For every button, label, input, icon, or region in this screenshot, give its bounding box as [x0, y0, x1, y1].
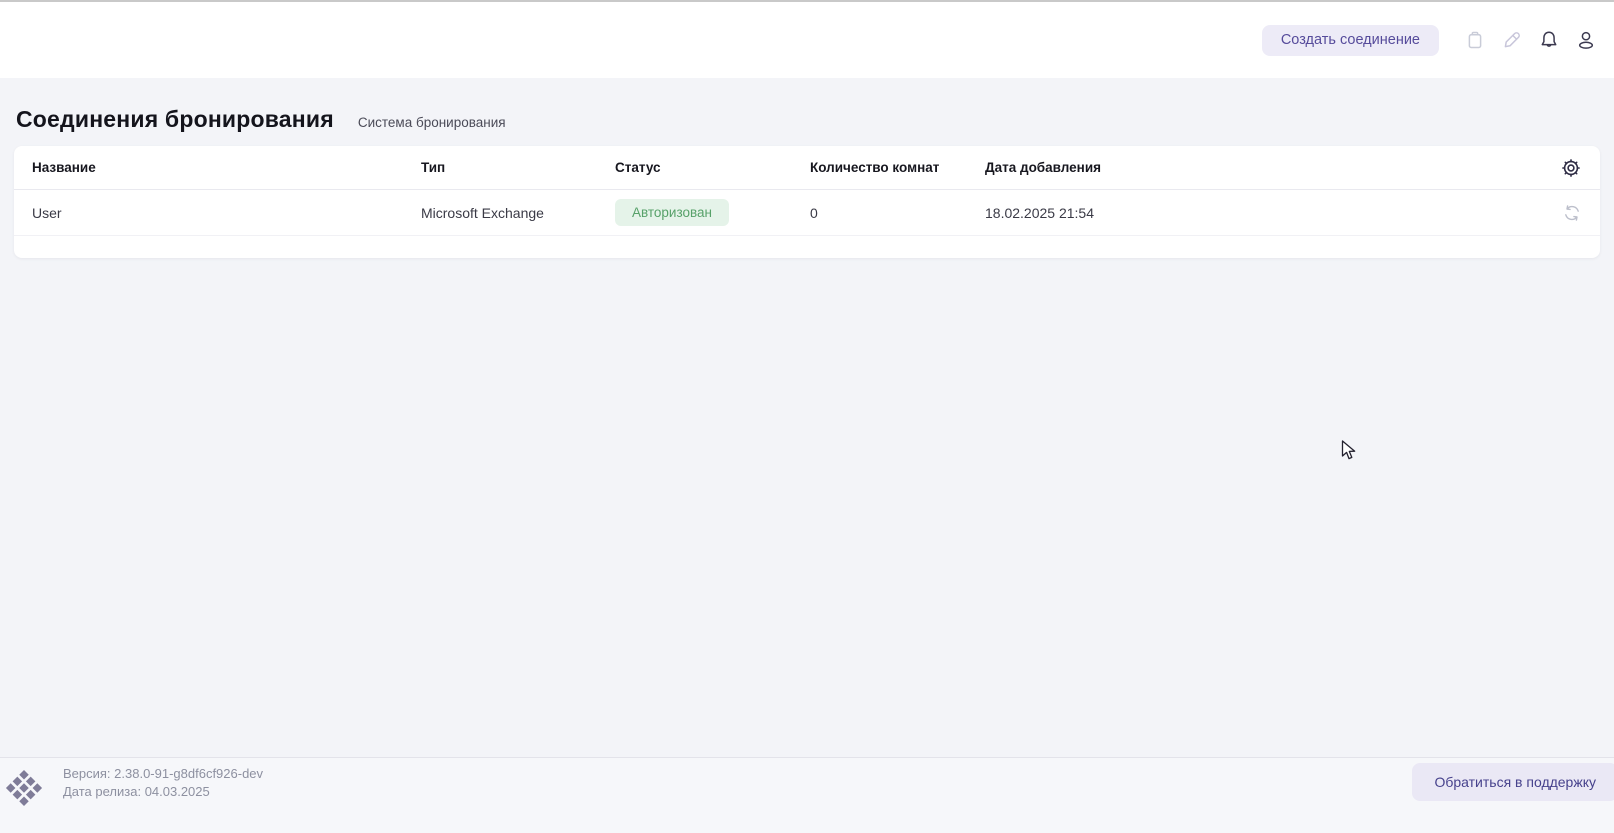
cell-status: Авторизован: [615, 199, 810, 227]
cell-added: 18.02.2025 21:54: [985, 205, 1538, 221]
table-bottom-padding: [14, 236, 1600, 258]
connections-table-card: Название Тип Статус Количество комнат Да…: [14, 146, 1600, 258]
page-header: Соединения бронирования Система брониров…: [0, 78, 1614, 133]
status-badge: Авторизован: [615, 199, 729, 227]
contact-support-button[interactable]: Обратиться в поддержку: [1412, 763, 1614, 801]
column-header-status: Статус: [615, 160, 810, 175]
release-date-text: Дата релиза: 04.03.2025: [63, 783, 263, 801]
page-title: Соединения бронирования: [16, 106, 334, 133]
version-text: Версия: 2.38.0-91-g8df6cf926-dev: [63, 765, 263, 783]
cell-type: Microsoft Exchange: [421, 205, 615, 221]
column-header-name: Название: [32, 160, 421, 175]
gear-icon[interactable]: [1560, 157, 1582, 179]
footer: Версия: 2.38.0-91-g8df6cf926-dev Дата ре…: [0, 757, 1614, 833]
mouse-cursor: [1341, 440, 1357, 462]
sync-icon[interactable]: [1562, 203, 1582, 223]
topbar: Создать соединение: [0, 0, 1614, 78]
user-icon[interactable]: [1574, 28, 1598, 52]
version-info: Версия: 2.38.0-91-g8df6cf926-dev Дата ре…: [63, 765, 263, 801]
create-connection-button[interactable]: Создать соединение: [1262, 25, 1439, 56]
cell-rooms: 0: [810, 205, 985, 221]
diamond-cluster-logo: [5, 767, 43, 809]
column-header-added: Дата добавления: [985, 160, 1538, 175]
pencil-icon[interactable]: [1500, 28, 1524, 52]
bell-icon[interactable]: [1537, 28, 1561, 52]
column-header-rooms: Количество комнат: [810, 160, 985, 175]
column-header-type: Тип: [421, 160, 615, 175]
trash-icon[interactable]: [1463, 28, 1487, 52]
table-header-row: Название Тип Статус Количество комнат Да…: [14, 146, 1600, 190]
page-subtitle: Система бронирования: [358, 115, 506, 130]
table-row[interactable]: User Microsoft Exchange Авторизован 0 18…: [14, 190, 1600, 236]
cell-name: User: [32, 205, 421, 221]
